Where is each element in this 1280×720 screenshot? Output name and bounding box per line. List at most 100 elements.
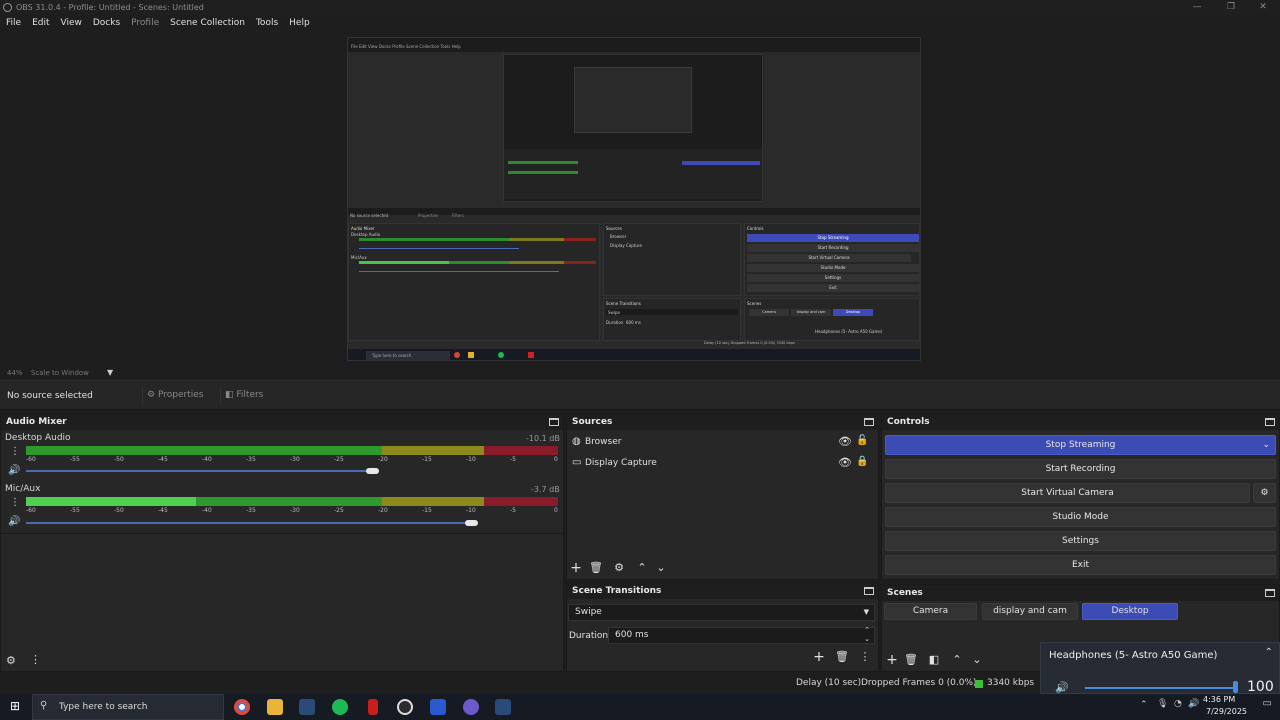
minimize-button[interactable]: — xyxy=(1182,1,1212,14)
red-app-icon[interactable] xyxy=(368,699,378,715)
preview-canvas[interactable]: File Edit View Docks Profile Scene Colle… xyxy=(347,37,921,361)
add-transition-icon[interactable]: + xyxy=(812,650,826,664)
maximize-button[interactable]: ❐ xyxy=(1216,1,1246,14)
desktop-audio-slider-handle[interactable] xyxy=(365,468,379,474)
desktop-audio-menu-icon[interactable]: ⋮ xyxy=(10,446,20,457)
scene-desktop[interactable]: Desktop xyxy=(1082,603,1178,620)
tick-label: -35 xyxy=(246,456,256,463)
inner-scenes: Scenes Camera display and cam Desktop He… xyxy=(744,298,920,341)
scene-filters-icon[interactable]: ◧ xyxy=(927,653,941,667)
scenes-float-icon[interactable] xyxy=(1265,589,1275,597)
visibility-eye-icon[interactable]: 👁 xyxy=(838,456,852,469)
system-volume-handle[interactable] xyxy=(1233,681,1238,693)
source-properties-gear-icon[interactable]: ⚙ xyxy=(612,561,626,575)
tick-label: -50 xyxy=(114,507,124,514)
obs-taskbar-icon[interactable] xyxy=(397,699,413,715)
menu-edit[interactable]: Edit xyxy=(26,15,54,30)
desktop-audio-speaker-icon[interactable]: 🔊 xyxy=(8,465,20,476)
move-up-icon[interactable]: ⌃ xyxy=(635,561,649,575)
lock-icon[interactable]: 🔒 xyxy=(856,456,868,467)
stepper-icon[interactable]: ⌃ ⌄ xyxy=(864,626,870,644)
duration-input[interactable]: 600 ms ⌃ ⌄ xyxy=(608,626,875,644)
menu-view[interactable]: View xyxy=(55,15,87,30)
remove-transition-icon[interactable]: 🗑 xyxy=(835,650,849,664)
menu-scene-collection[interactable]: Scene Collection xyxy=(164,15,250,30)
chevron-down-icon[interactable]: ⌄ xyxy=(1262,436,1270,454)
tray-chevron-icon[interactable]: ⌃ xyxy=(1140,700,1148,710)
tick-label: -20 xyxy=(378,456,388,463)
discord-icon[interactable] xyxy=(463,699,479,715)
source-item-display-capture[interactable]: ▭ Display Capture 👁 🔒 xyxy=(570,455,875,475)
steam-2-icon[interactable] xyxy=(495,699,511,715)
transition-menu-icon[interactable]: ⋮ xyxy=(858,650,872,664)
tick-label: -45 xyxy=(158,507,168,514)
tick-label: -10 xyxy=(466,507,476,514)
move-down-icon[interactable]: ⌄ xyxy=(654,561,668,575)
menu-file[interactable]: File xyxy=(0,15,26,30)
start-recording-button[interactable]: Start Recording xyxy=(885,459,1276,479)
spotify-icon[interactable] xyxy=(332,699,348,715)
chevron-up-icon[interactable]: ⌃ xyxy=(1265,647,1273,658)
blue-app-icon[interactable] xyxy=(430,699,446,715)
settings-button[interactable]: Settings xyxy=(885,531,1276,551)
audio-device-name[interactable]: Headphones (5- Astro A50 Game) xyxy=(1049,650,1217,661)
notifications-icon[interactable]: ▭ xyxy=(1263,698,1272,709)
system-volume-slider[interactable] xyxy=(1085,687,1235,689)
menu-docks[interactable]: Docks xyxy=(87,15,125,30)
menu-tools[interactable]: Tools xyxy=(250,15,283,30)
studio-mode-button[interactable]: Studio Mode xyxy=(885,507,1276,527)
menu-profile[interactable]: Profile xyxy=(125,15,164,30)
tick-label: -5 xyxy=(510,507,516,514)
menu-help[interactable]: Help xyxy=(283,15,315,30)
volume-tray-icon[interactable]: 🔊 xyxy=(1188,699,1199,709)
sources-float-icon[interactable] xyxy=(864,418,874,426)
steam-icon[interactable] xyxy=(299,699,315,715)
visibility-eye-icon[interactable]: 👁 xyxy=(838,435,852,448)
sources-title: Sources xyxy=(567,414,878,430)
inner-scene-transitions: Scene Transitions Swipe Duration 600 ms xyxy=(603,298,741,341)
scale-mode[interactable]: Scale to Window xyxy=(31,369,89,377)
scene-display-and-cam[interactable]: display and cam xyxy=(982,603,1078,620)
mic-aux-volume-slider[interactable] xyxy=(26,522,466,524)
audio-mixer-float-icon[interactable] xyxy=(549,418,559,426)
exit-button[interactable]: Exit xyxy=(885,555,1276,575)
scale-dropdown-icon[interactable]: ▼ xyxy=(107,368,113,377)
close-button[interactable]: ✕ xyxy=(1248,1,1278,14)
tick-label: 0 xyxy=(554,456,558,463)
chrome-icon[interactable] xyxy=(234,699,250,715)
source-name: Display Capture xyxy=(585,458,657,468)
windows-start-icon[interactable]: ⊞ xyxy=(10,699,20,713)
remove-source-icon[interactable]: 🗑 xyxy=(589,561,603,575)
remove-scene-icon[interactable]: 🗑 xyxy=(904,653,918,667)
scene-move-up-icon[interactable]: ⌃ xyxy=(950,653,964,667)
mic-aux-slider-handle[interactable] xyxy=(464,520,478,526)
tick-label: -35 xyxy=(246,507,256,514)
mic-aux-db: -3.7 dB xyxy=(531,485,560,494)
mixer-menu-icon[interactable]: ⋮ xyxy=(30,653,41,666)
mic-aux-menu-icon[interactable]: ⋮ xyxy=(10,497,20,508)
file-explorer-icon[interactable] xyxy=(267,699,283,715)
source-item-browser[interactable]: ◍ Browser 👁 🔓 xyxy=(570,434,875,454)
mixer-settings-icon[interactable]: ⚙ xyxy=(6,654,16,667)
add-scene-icon[interactable]: + xyxy=(885,653,899,667)
stop-streaming-button[interactable]: Stop Streaming ⌄ xyxy=(885,435,1276,455)
mic-aux-speaker-icon[interactable]: 🔊 xyxy=(8,516,20,527)
inner-filters: Filters xyxy=(452,213,464,218)
scene-move-down-icon[interactable]: ⌄ xyxy=(970,653,984,667)
desktop-audio-volume-slider[interactable] xyxy=(26,470,376,472)
properties-button[interactable]: ⚙ Properties xyxy=(142,387,218,404)
unlock-icon[interactable]: 🔓 xyxy=(856,435,868,446)
filters-button[interactable]: ◧ Filters xyxy=(220,387,276,404)
start-virtual-camera-button[interactable]: Start Virtual Camera xyxy=(885,483,1250,503)
microphone-icon[interactable]: 🎙 xyxy=(1157,699,1168,709)
network-icon[interactable]: ◔ xyxy=(1174,699,1182,709)
transition-select[interactable]: Swipe ▼ xyxy=(568,604,875,621)
scene-transitions-float-icon[interactable] xyxy=(864,587,874,595)
add-source-icon[interactable]: + xyxy=(569,561,583,575)
taskbar-search[interactable]: ⚲ Type here to search xyxy=(32,694,224,720)
speaker-icon[interactable]: 🔊 xyxy=(1055,681,1069,694)
virtual-camera-settings-button[interactable]: ⚙ xyxy=(1253,483,1276,503)
controls-float-icon[interactable] xyxy=(1265,418,1275,426)
obs-logo-icon xyxy=(3,3,12,12)
scene-camera[interactable]: Camera xyxy=(884,603,977,620)
